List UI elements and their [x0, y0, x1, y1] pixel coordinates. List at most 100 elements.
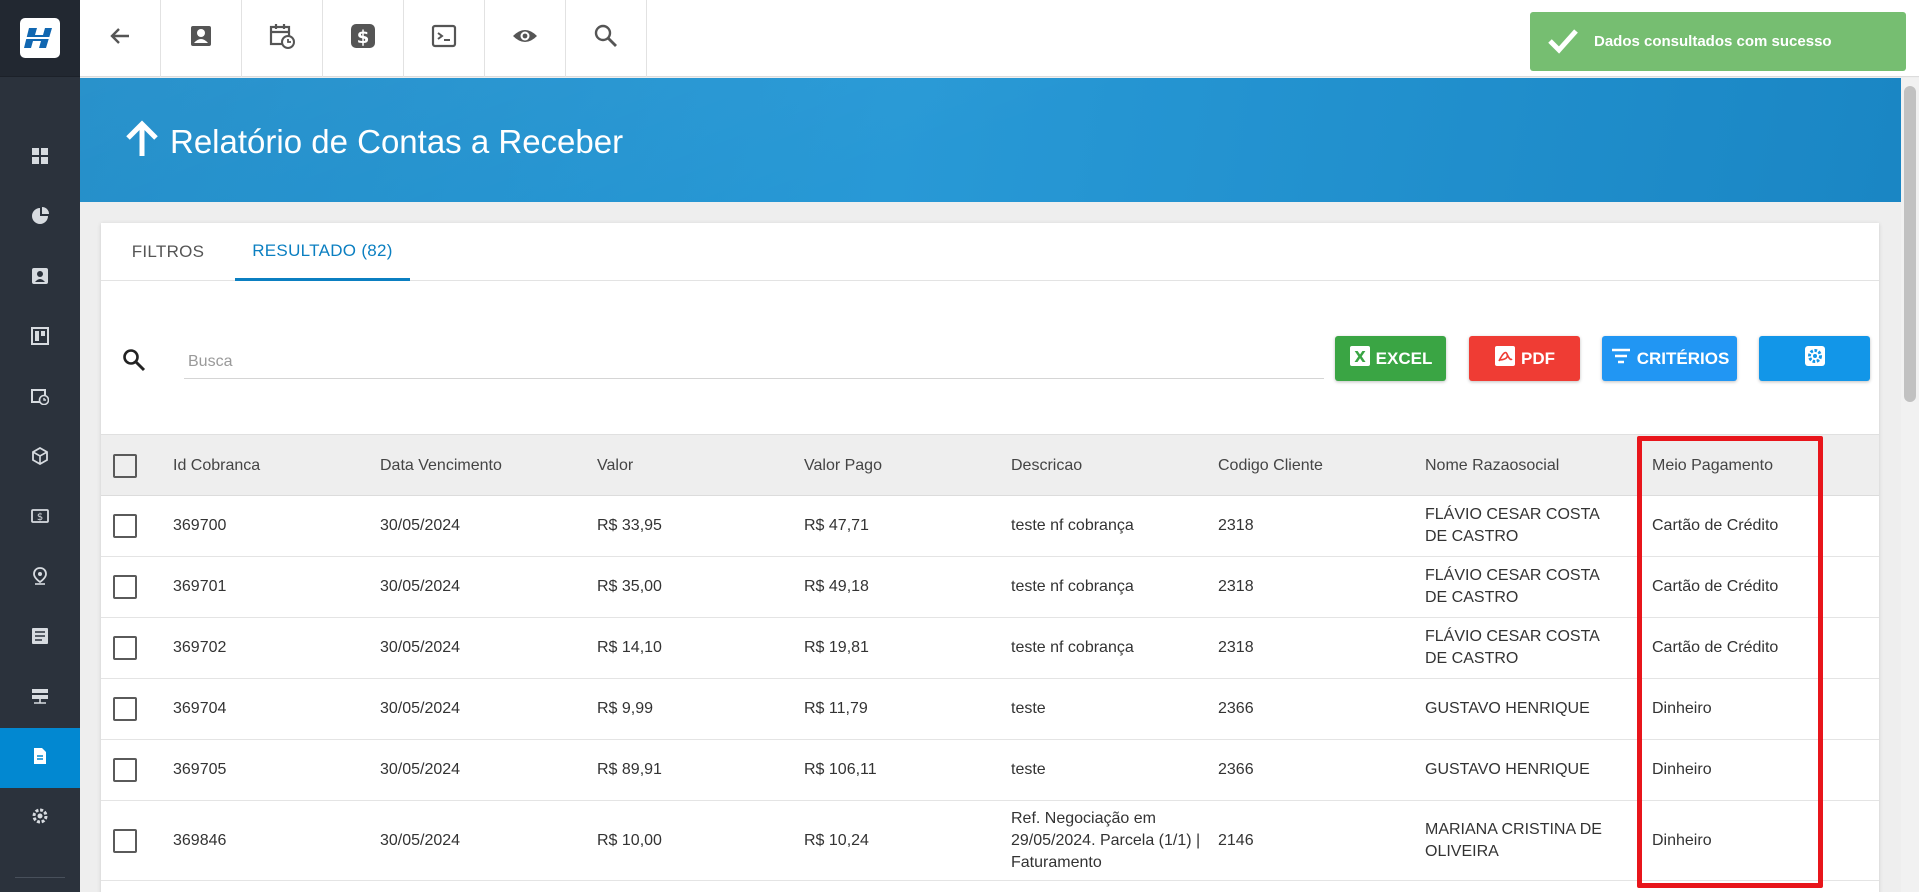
- sidebar: $: [0, 0, 80, 892]
- success-toast[interactable]: Dados consultados com sucesso: [1530, 12, 1906, 71]
- back-arrow-icon: [106, 22, 134, 55]
- table-header: Id Cobranca Data Vencimento Valor Valor …: [101, 434, 1879, 496]
- contacts-button[interactable]: [161, 0, 242, 77]
- cell-descricao: teste: [1011, 700, 1046, 717]
- sidebar-reports[interactable]: [0, 728, 80, 788]
- pdf-icon: [1494, 345, 1521, 372]
- cell-valor: R$ 10,00: [597, 831, 662, 849]
- cell-valor-pago: R$ 11,79: [804, 700, 868, 717]
- cell-valor-pago: R$ 49,18: [804, 578, 869, 595]
- cell-codigo-cliente: 2318: [1218, 517, 1254, 534]
- page-title-group: Relatório de Contas a Receber: [118, 114, 623, 170]
- cell-meio-pagamento: Dinheiro: [1652, 831, 1712, 849]
- calendar-clock-icon: [31, 387, 50, 410]
- sidebar-lists[interactable]: [0, 608, 80, 668]
- table-row[interactable]: 369701 30/05/2024 R$ 35,00 R$ 49,18 test…: [101, 557, 1879, 618]
- excel-button[interactable]: X EXCEL: [1335, 336, 1446, 381]
- column-header[interactable]: Valor: [597, 435, 633, 497]
- row-checkbox[interactable]: [113, 636, 137, 660]
- cell-descricao: teste nf cobrança: [1011, 578, 1134, 595]
- cell-valor-pago: R$ 47,71: [804, 517, 869, 534]
- tabs-bar: FILTROS RESULTADO (82): [101, 223, 1879, 281]
- cell-valor: R$ 9,99: [597, 700, 654, 717]
- terminal-button[interactable]: [404, 0, 485, 77]
- cell-meio-pagamento: Dinheiro: [1652, 761, 1712, 778]
- cell-nome: FLÁVIO CESAR COSTA DE CASTRO: [1425, 506, 1599, 545]
- row-checkbox[interactable]: [113, 829, 137, 853]
- search-input[interactable]: [184, 345, 1324, 379]
- column-header[interactable]: Valor Pago: [804, 435, 882, 497]
- column-header[interactable]: Codigo Cliente: [1218, 435, 1323, 497]
- cell-descricao: teste nf cobrança: [1011, 517, 1134, 534]
- money-icon: $: [31, 507, 49, 530]
- column-header[interactable]: Data Vencimento: [380, 435, 502, 497]
- cell-nome: GUSTAVO HENRIQUE: [1425, 700, 1590, 717]
- sidebar-board[interactable]: [0, 308, 80, 368]
- cell-valor-pago: R$ 19,81: [804, 639, 869, 656]
- table-row[interactable]: 369705 30/05/2024 R$ 89,91 R$ 106,11 tes…: [101, 740, 1879, 801]
- cell-meio-pagamento: Cartão de Crédito: [1652, 578, 1779, 595]
- table-row[interactable]: 369846 30/05/2024 R$ 10,00 R$ 10,24 Ref.…: [101, 801, 1879, 881]
- table-row[interactable]: 369700 30/05/2024 R$ 33,95 R$ 47,71 test…: [101, 496, 1879, 557]
- sidebar-finance[interactable]: $: [0, 488, 80, 548]
- page-scrollbar[interactable]: [1901, 78, 1919, 892]
- tab-resultado[interactable]: RESULTADO (82): [235, 223, 410, 281]
- cell-descricao: Ref. Negociação em 29/05/2024. Parcela (…: [1011, 809, 1201, 871]
- cell-id: 369701: [173, 578, 227, 595]
- column-header[interactable]: Id Cobranca: [173, 435, 260, 497]
- column-header[interactable]: Nome Razaosocial: [1425, 435, 1559, 497]
- server-icon: [31, 687, 49, 710]
- criterios-label: CRITÉRIOS: [1636, 348, 1730, 368]
- column-header[interactable]: Descricao: [1011, 435, 1082, 497]
- select-all-checkbox[interactable]: [113, 454, 137, 478]
- row-checkbox[interactable]: [113, 514, 137, 538]
- sidebar-settings[interactable]: [0, 788, 80, 848]
- table-row[interactable]: 369704 30/05/2024 R$ 9,99 R$ 11,79 teste…: [101, 679, 1879, 740]
- cell-id: 369702: [173, 639, 227, 656]
- cell-meio-pagamento: Cartão de Crédito: [1652, 639, 1779, 656]
- row-checkbox[interactable]: [113, 758, 137, 782]
- table-settings-button[interactable]: [1759, 336, 1870, 381]
- svg-text:$: $: [37, 512, 43, 523]
- arrow-up-icon: [118, 114, 170, 170]
- sidebar-dashboard[interactable]: [0, 128, 80, 188]
- report-card: FILTROS RESULTADO (82) X EXCEL PDF CRITÉ…: [101, 223, 1879, 892]
- sidebar-calendar[interactable]: [0, 368, 80, 428]
- scrollbar-thumb[interactable]: [1904, 86, 1916, 402]
- tab-filtros[interactable]: FILTROS: [101, 223, 235, 281]
- column-header[interactable]: Meio Pagamento: [1652, 435, 1773, 497]
- search-button[interactable]: [566, 0, 647, 77]
- finance-button[interactable]: $: [323, 0, 404, 77]
- back-button[interactable]: [80, 0, 161, 77]
- cell-codigo-cliente: 2146: [1218, 831, 1254, 849]
- schedule-button[interactable]: [242, 0, 323, 77]
- cell-vencimento: 30/05/2024: [380, 578, 461, 595]
- sidebar-products[interactable]: [0, 428, 80, 488]
- sidebar-locations[interactable]: [0, 548, 80, 608]
- document-icon: [31, 747, 49, 770]
- gear-icon: [1802, 343, 1828, 374]
- cell-valor-pago: R$ 106,11: [804, 761, 877, 778]
- gear-icon: [31, 807, 49, 830]
- cell-vencimento: 30/05/2024: [380, 831, 461, 849]
- row-checkbox[interactable]: [113, 575, 137, 599]
- app-logo[interactable]: [20, 18, 60, 58]
- table-row[interactable]: 369702 30/05/2024 R$ 14,10 R$ 19,81 test…: [101, 618, 1879, 679]
- cell-vencimento: 30/05/2024: [380, 639, 461, 656]
- cell-valor: R$ 14,10: [597, 639, 662, 656]
- cell-descricao: teste nf cobrança: [1011, 639, 1134, 656]
- sidebar-charts[interactable]: [0, 188, 80, 248]
- cell-id: 369846: [173, 831, 227, 849]
- pdf-label: PDF: [1521, 348, 1555, 368]
- pdf-button[interactable]: PDF: [1469, 336, 1580, 381]
- row-checkbox[interactable]: [113, 697, 137, 721]
- results-table: Id Cobranca Data Vencimento Valor Valor …: [101, 434, 1879, 881]
- cell-vencimento: 30/05/2024: [380, 761, 461, 778]
- board-icon: [31, 326, 49, 350]
- view-button[interactable]: [485, 0, 566, 77]
- criterios-button[interactable]: CRITÉRIOS: [1602, 336, 1737, 381]
- cell-codigo-cliente: 2366: [1218, 700, 1254, 717]
- calendar-clock-icon: [268, 22, 296, 55]
- sidebar-servers[interactable]: [0, 668, 80, 728]
- sidebar-contacts[interactable]: [0, 248, 80, 308]
